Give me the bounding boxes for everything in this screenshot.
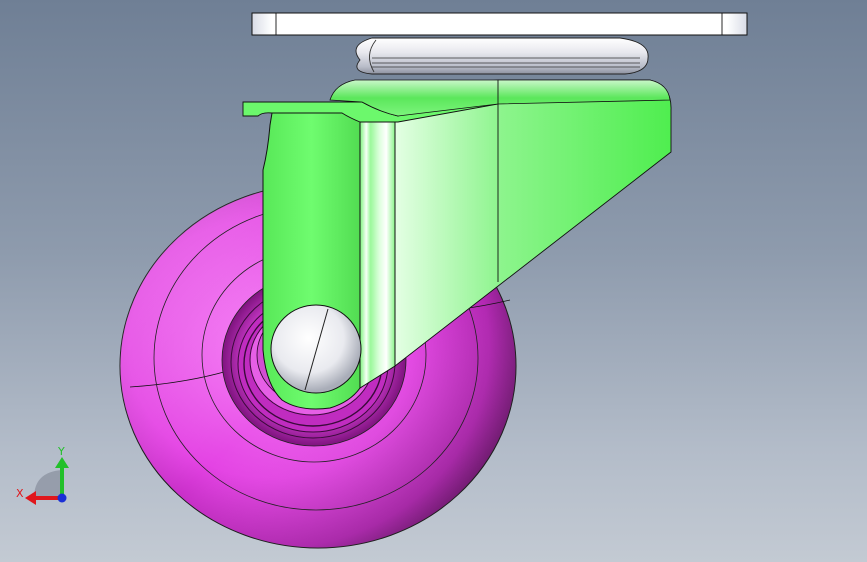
axle[interactable] — [270, 304, 362, 394]
swivel-bearing[interactable] — [355, 37, 649, 75]
axle-end[interactable] — [270, 304, 362, 394]
y-axis-arrowhead — [55, 457, 69, 468]
swivel-race[interactable] — [355, 37, 649, 75]
orientation-triad: Y X — [16, 445, 69, 505]
graphics-viewport[interactable]: Y X — [0, 0, 867, 562]
x-axis-arrowhead — [25, 491, 36, 505]
mounting-plate[interactable] — [251, 12, 748, 36]
triad-plane — [34, 470, 62, 498]
top-plate[interactable] — [251, 12, 748, 36]
bracket-curve-panel[interactable] — [359, 121, 396, 389]
model-scene[interactable]: Y X — [0, 0, 867, 562]
bracket-side-panel[interactable] — [389, 79, 672, 367]
y-axis-label: Y — [57, 445, 65, 458]
x-axis-label: X — [16, 487, 24, 500]
z-axis-dot — [57, 493, 67, 503]
